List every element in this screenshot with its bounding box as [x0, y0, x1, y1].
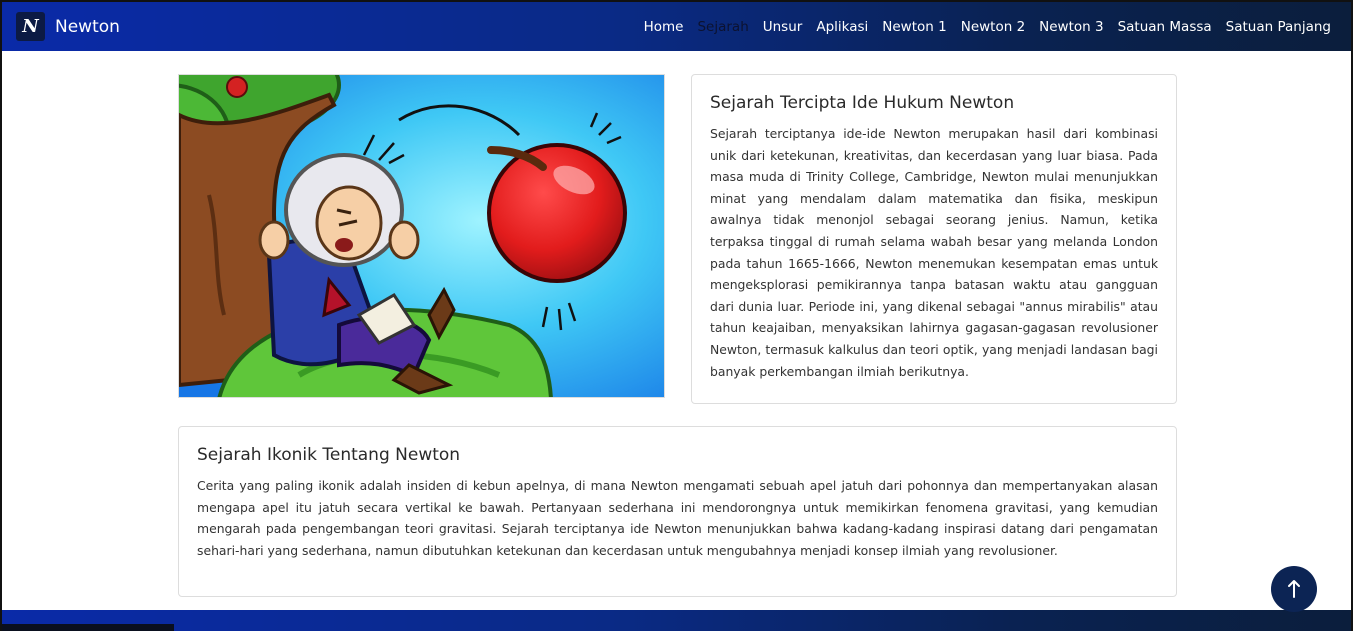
newton-apple-icon: [179, 75, 664, 397]
brand-name: Newton: [55, 16, 120, 37]
card-text: Cerita yang paling ikonik adalah insiden…: [197, 478, 1158, 558]
nav-home[interactable]: Home: [644, 19, 684, 35]
nav-unsur[interactable]: Unsur: [763, 19, 803, 35]
nav-sejarah[interactable]: Sejarah: [697, 19, 748, 35]
arrow-up-icon: [1288, 580, 1300, 598]
card-title: Sejarah Tercipta Ide Hukum Newton: [710, 93, 1015, 113]
nav-aplikasi[interactable]: Aplikasi: [816, 19, 868, 35]
nav-newton-1[interactable]: Newton 1: [882, 19, 946, 35]
brand-logo-icon: N: [16, 12, 45, 41]
brand[interactable]: N Newton: [16, 12, 120, 41]
newton-apple-illustration: [178, 74, 665, 398]
footer-shadow: [2, 624, 174, 631]
back-to-top-button[interactable]: [1271, 566, 1317, 612]
nav-links: Home Sejarah Unsur Aplikasi Newton 1 New…: [630, 2, 1331, 51]
card-sejarah-ikonik: Sejarah Ikonik Tentang Newton Cerita yan…: [178, 426, 1177, 597]
card-text: Sejarah terciptanya ide-ide Newton merup…: [710, 126, 1158, 379]
nav-newton-3[interactable]: Newton 3: [1039, 19, 1103, 35]
footer-bar: [2, 610, 1351, 631]
nav-newton-2[interactable]: Newton 2: [961, 19, 1025, 35]
navbar: N Newton Home Sejarah Unsur Aplikasi New…: [2, 2, 1351, 51]
nav-satuan-massa[interactable]: Satuan Massa: [1118, 19, 1212, 35]
nav-satuan-panjang[interactable]: Satuan Panjang: [1226, 19, 1331, 35]
card-sejarah-tercipta: Sejarah Tercipta Ide Hukum Newton Sejara…: [691, 74, 1177, 404]
card-title: Sejarah Ikonik Tentang Newton: [197, 445, 461, 465]
